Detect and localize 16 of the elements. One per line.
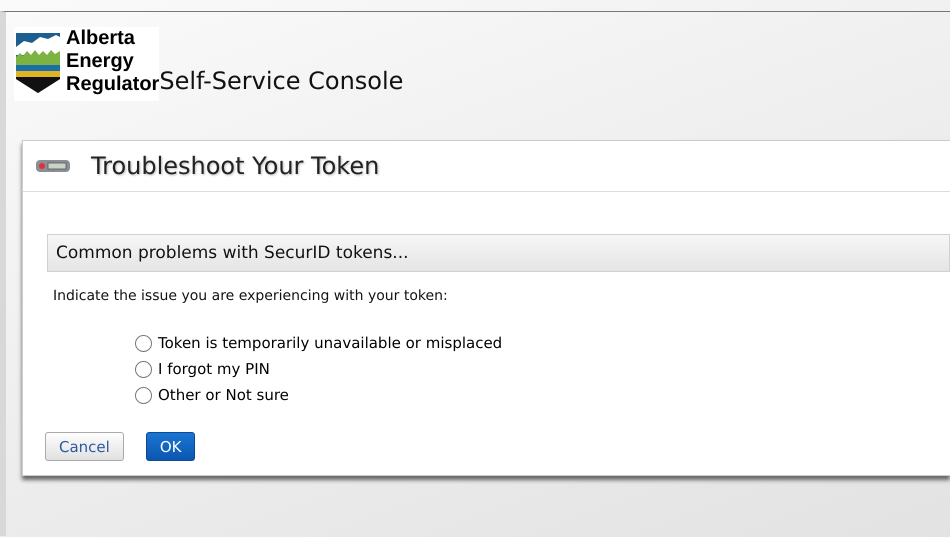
radio-button[interactable] — [135, 360, 152, 378]
ok-button[interactable]: OK — [146, 432, 196, 461]
radio-button[interactable] — [135, 386, 152, 404]
panel-title: Troubleshoot Your Token — [91, 152, 380, 180]
cancel-button[interactable]: Cancel — [45, 432, 124, 461]
section-header: Common problems with SecurID tokens... — [47, 234, 950, 272]
option-label[interactable]: I forgot my PIN — [158, 360, 270, 378]
option-label[interactable]: Other or Not sure — [158, 386, 289, 404]
logo-text: Alberta — [66, 27, 136, 50]
token-icon — [35, 158, 71, 174]
prompt-text: Indicate the issue you are experiencing with your token: — [53, 288, 449, 304]
logo-text: Regulator — [66, 73, 160, 96]
app-title: Self-Service Console — [159, 67, 404, 97]
option-label[interactable]: Token is temporarily unavailable or misplaced — [158, 334, 502, 352]
logo-text: Energy — [66, 50, 135, 73]
radio-button[interactable] — [135, 334, 152, 352]
